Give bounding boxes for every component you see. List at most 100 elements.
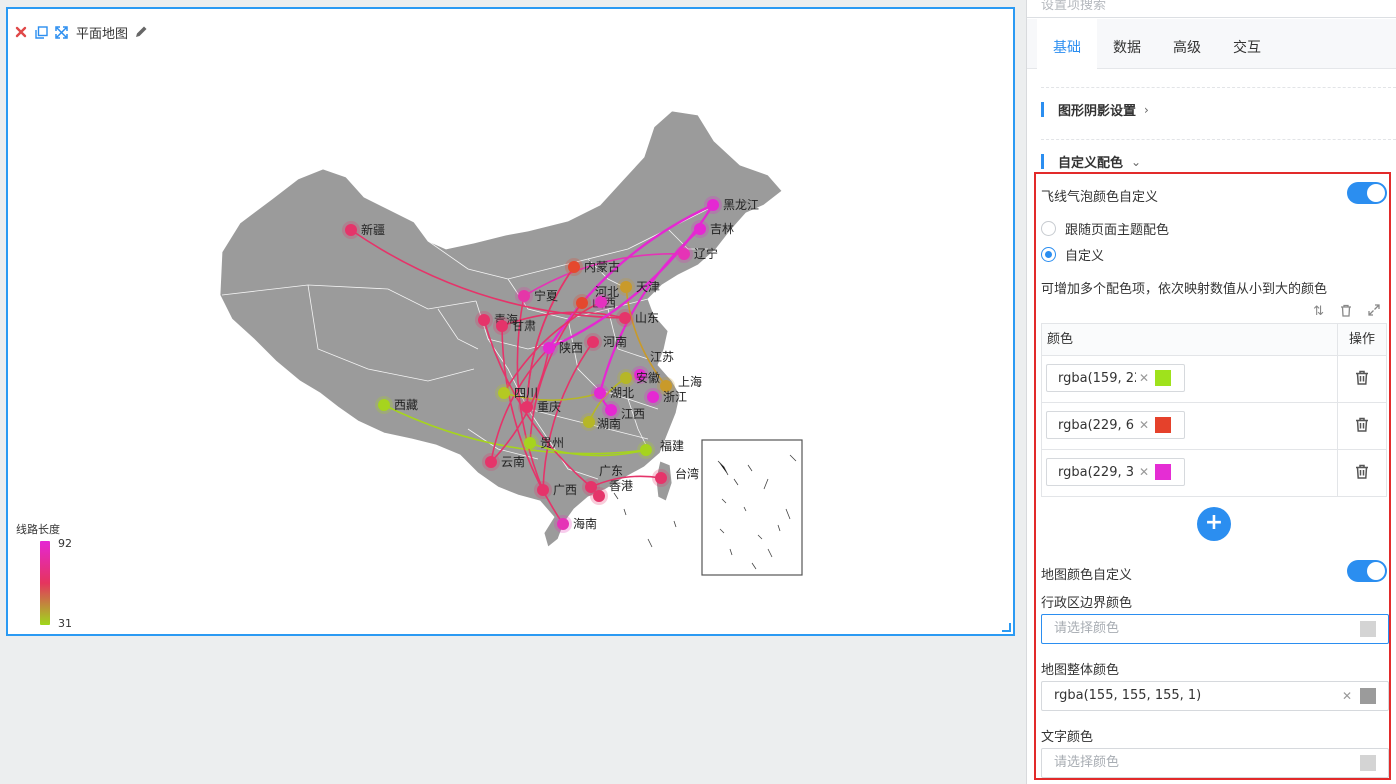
copy-icon[interactable] xyxy=(34,25,48,39)
trash-icon[interactable] xyxy=(1355,464,1369,483)
section-shadow-settings[interactable]: 图形阴影设置 › xyxy=(1041,100,1149,119)
map-widget[interactable]: 黑龙江吉林辽宁新疆内蒙古天津宁夏山西河北青海甘肃山东陕西河南江苏安徽上海西藏四川… xyxy=(6,7,1015,636)
radio-custom[interactable]: 自定义 xyxy=(1041,245,1104,264)
province-bubble[interactable]: 新疆 xyxy=(342,221,385,239)
radio-follow-theme[interactable]: 跟随页面主题配色 xyxy=(1041,219,1169,238)
province-label: 河南 xyxy=(603,334,627,349)
sort-icon[interactable]: ⇅ xyxy=(1313,304,1324,321)
radio-circle xyxy=(1041,221,1056,236)
china-map: 黑龙江吉林辽宁新疆内蒙古天津宁夏山西河北青海甘肃山东陕西河南江苏安徽上海西藏四川… xyxy=(219,110,803,576)
province-bubble[interactable]: 贵州 xyxy=(521,434,564,452)
province-bubble[interactable]: 河南 xyxy=(584,333,627,351)
province-bubble[interactable]: 吉林 xyxy=(691,220,734,238)
province-label: 江苏 xyxy=(650,350,674,364)
chevron-down-icon: ⌄ xyxy=(1131,154,1142,169)
province-label: 台湾 xyxy=(675,466,699,481)
province-bubble[interactable]: 陕西 xyxy=(540,339,583,357)
province-label: 四川 xyxy=(514,386,538,400)
fullscreen-icon[interactable] xyxy=(54,25,68,39)
trash-icon[interactable] xyxy=(1355,370,1369,389)
color-swatch[interactable] xyxy=(1360,688,1376,704)
header-color: 颜色 xyxy=(1042,324,1338,355)
divider xyxy=(1041,87,1396,88)
radio-custom-label: 自定义 xyxy=(1065,249,1105,264)
province-bubble[interactable]: 山东 xyxy=(616,309,659,327)
radio-follow-theme-label: 跟随页面主题配色 xyxy=(1065,223,1170,238)
table-row: rgba(159, 22 ✕ xyxy=(1042,356,1386,403)
province-bubble[interactable]: 甘肃 xyxy=(493,317,536,335)
color-input[interactable]: rgba(229, 6 ✕ xyxy=(1046,411,1185,439)
map-color-custom-label: 地图颜色自定义 xyxy=(1041,568,1133,583)
table-row: rgba(229, 3 ✕ xyxy=(1042,450,1386,497)
clear-icon[interactable]: ✕ xyxy=(1139,418,1149,432)
clear-icon[interactable]: ✕ xyxy=(1342,682,1352,710)
province-bubble[interactable]: 天津 xyxy=(617,278,660,296)
section-shadow-title: 图形阴影设置 xyxy=(1058,104,1137,119)
settings-search-input[interactable]: 设置项搜索 xyxy=(1027,0,1396,18)
legend-title: 线路长度 xyxy=(16,523,60,536)
color-value: rgba(159, 22 xyxy=(1058,370,1136,386)
edit-pencil-icon[interactable] xyxy=(134,25,148,39)
close-icon[interactable] xyxy=(14,25,28,39)
province-label: 江西 xyxy=(621,407,645,421)
color-swatch[interactable] xyxy=(1360,755,1376,771)
province-bubble[interactable]: 重庆 xyxy=(518,398,561,416)
province-bubble[interactable]: 内蒙古 xyxy=(565,258,620,276)
section-custom-colors[interactable]: 自定义配色 ⌄ xyxy=(1041,152,1141,171)
color-swatch[interactable] xyxy=(1360,621,1376,637)
add-color-button[interactable]: + xyxy=(1197,507,1231,541)
color-mapping-hint: 可增加多个配色项，依次映射数值从小到大的颜色 xyxy=(1041,282,1328,297)
province-label: 辽宁 xyxy=(694,246,718,261)
map-color-custom-toggle[interactable] xyxy=(1347,560,1387,582)
province-bubble[interactable]: 辽宁 xyxy=(675,245,718,263)
province-bubble[interactable]: 黑龙江 xyxy=(704,196,759,214)
province-label: 山东 xyxy=(635,311,659,325)
province-bubble[interactable]: 湖北 xyxy=(591,384,634,402)
color-swatch[interactable] xyxy=(1155,370,1172,386)
visual-map-legend: 线路长度 92 31 xyxy=(16,521,96,631)
tab-interaction[interactable]: 交互 xyxy=(1217,19,1277,68)
tab-basic[interactable]: 基础 xyxy=(1037,19,1097,69)
widget-title: 平面地图 xyxy=(76,26,129,42)
color-input[interactable]: rgba(229, 3 ✕ xyxy=(1046,458,1185,486)
province-bubble[interactable]: 云南 xyxy=(482,453,525,471)
province-label: 河北 xyxy=(595,285,619,299)
tab-data[interactable]: 数据 xyxy=(1097,19,1157,68)
clear-icon[interactable]: ✕ xyxy=(1139,465,1149,479)
trash-icon[interactable] xyxy=(1340,304,1352,321)
map-overall-color-input[interactable]: rgba(155, 155, 155, 1) ✕ xyxy=(1041,681,1389,711)
border-color-input[interactable]: 请选择颜色 xyxy=(1041,614,1389,644)
map-overall-color-label: 地图整体颜色 xyxy=(1041,663,1120,678)
trash-icon[interactable] xyxy=(1355,417,1369,436)
section-custom-title: 自定义配色 xyxy=(1058,156,1124,171)
province-label: 广西 xyxy=(553,483,577,497)
bubble-color-custom-toggle[interactable] xyxy=(1347,182,1387,204)
text-color-placeholder: 请选择颜色 xyxy=(1054,755,1120,770)
province-label: 香港 xyxy=(609,479,633,493)
province-bubble[interactable]: 西藏 xyxy=(375,396,418,414)
province-bubble[interactable]: 安徽 xyxy=(617,369,660,387)
resize-handle[interactable] xyxy=(1002,623,1011,632)
header-action: 操作 xyxy=(1348,332,1375,347)
color-value: rgba(229, 6 xyxy=(1058,417,1135,433)
province-bubble[interactable]: 浙江 xyxy=(644,388,687,406)
province-bubble[interactable]: 海南 xyxy=(554,515,597,533)
radio-circle xyxy=(1041,247,1056,262)
province-label: 贵州 xyxy=(540,436,564,450)
legend-gradient-bar[interactable] xyxy=(40,541,50,625)
map-overall-color-value: rgba(155, 155, 155, 1) xyxy=(1054,688,1202,703)
province-label: 上海 xyxy=(678,374,702,389)
tab-advanced[interactable]: 高级 xyxy=(1157,19,1217,68)
table-tools: ⇅ xyxy=(1313,304,1380,321)
province-bubble[interactable]: 宁夏 xyxy=(515,287,558,305)
color-swatch[interactable] xyxy=(1155,417,1172,433)
province-label: 浙江 xyxy=(663,390,687,404)
province-label: 重庆 xyxy=(537,400,561,414)
text-color-input[interactable]: 请选择颜色 xyxy=(1041,748,1389,778)
expand-icon[interactable] xyxy=(1368,304,1380,321)
clear-icon[interactable]: ✕ xyxy=(1139,371,1149,385)
color-value: rgba(229, 3 xyxy=(1058,464,1135,480)
color-swatch[interactable] xyxy=(1155,464,1172,480)
color-input[interactable]: rgba(159, 22 ✕ xyxy=(1046,364,1185,392)
province-bubble[interactable]: 广西 xyxy=(534,481,577,499)
